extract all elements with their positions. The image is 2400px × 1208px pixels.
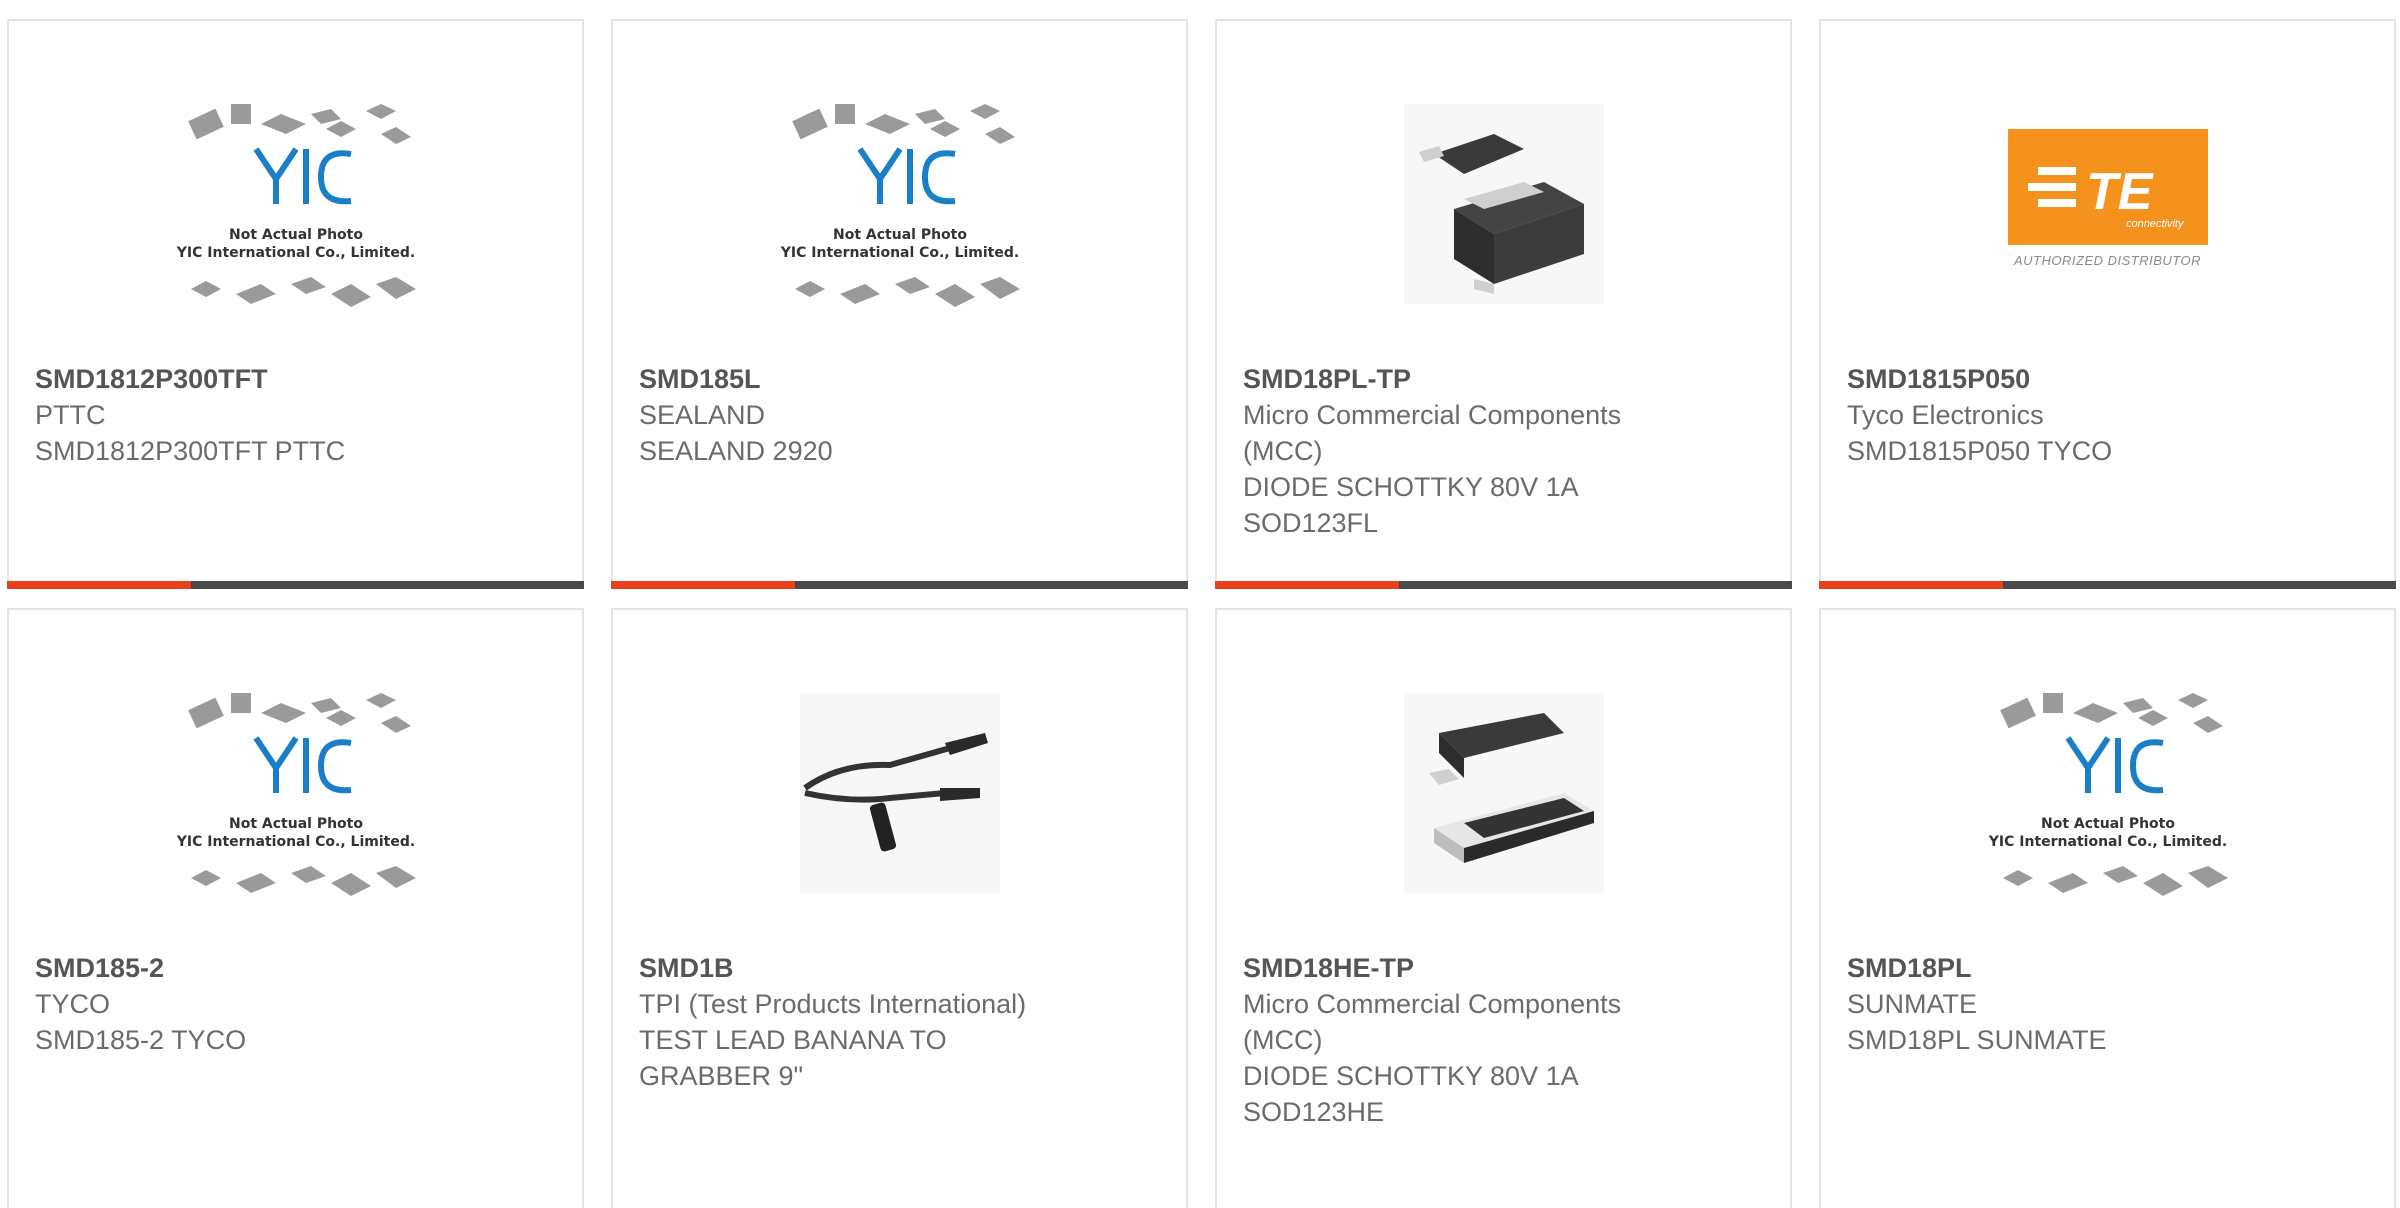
te-tagline-text: connectivity bbox=[2126, 218, 2185, 230]
yic-note-line1: Not Actual Photo bbox=[833, 227, 967, 243]
manufacturer: Tyco Electronics bbox=[1847, 400, 2044, 430]
product-card[interactable]: SMD1B TPI (Test Products International) … bbox=[611, 608, 1188, 1208]
card-footer-bar bbox=[1215, 581, 1792, 589]
product-info: SMD18PL-TP Micro Commercial Components (… bbox=[1243, 361, 1764, 541]
product-info: SMD185-2 TYCO SMD185-2 TYCO bbox=[35, 950, 556, 1058]
part-number[interactable]: SMD18PL bbox=[1847, 950, 2368, 986]
card-footer-bar bbox=[1819, 581, 2396, 589]
part-number[interactable]: SMD185-2 bbox=[35, 950, 556, 986]
manufacturer: SEALAND bbox=[639, 400, 766, 430]
yic-note-line1: Not Actual Photo bbox=[229, 816, 363, 832]
yic-placeholder-image: Not Actual Photo YIC International Co., … bbox=[1987, 693, 2228, 896]
description: SMD1815P050 TYCO bbox=[1847, 436, 2113, 466]
yic-note-line2: YIC International Co., Limited. bbox=[1987, 834, 2226, 850]
part-number[interactable]: SMD185L bbox=[639, 361, 1160, 397]
description: TEST LEAD BANANA TO GRABBER 9" bbox=[639, 1025, 947, 1091]
card-footer-bar bbox=[611, 581, 1188, 589]
card-footer-accent bbox=[611, 581, 795, 589]
yic-note-line1: Not Actual Photo bbox=[229, 227, 363, 243]
part-number[interactable]: SMD1B bbox=[639, 950, 1160, 986]
te-logo-icon: TE connectivity bbox=[2027, 163, 2185, 230]
product-info: SMD1812P300TFT PTTC SMD1812P300TFT PTTC bbox=[35, 361, 556, 469]
description: DIODE SCHOTTKY 80V 1A SOD123FL bbox=[1243, 472, 1578, 538]
yic-note-line2: YIC International Co., Limited. bbox=[175, 245, 414, 261]
product-image[interactable] bbox=[765, 678, 1035, 908]
product-image[interactable] bbox=[1369, 89, 1639, 319]
product-image[interactable]: Not Actual Photo YIC International Co., … bbox=[765, 89, 1035, 319]
product-image[interactable]: Not Actual Photo YIC International Co., … bbox=[161, 678, 431, 908]
te-connectivity-logo: TE connectivity AUTHORIZED DISTRIBUTOR bbox=[2007, 129, 2208, 279]
manufacturer: Micro Commercial Components (MCC) bbox=[1243, 400, 1622, 466]
product-card[interactable]: SMD18PL-TP Micro Commercial Components (… bbox=[1215, 19, 1792, 589]
product-card[interactable]: TE connectivity AUTHORIZED DISTRIBUTOR S… bbox=[1819, 19, 2396, 589]
yic-placeholder-image: Not Actual Photo YIC International Co., … bbox=[175, 693, 416, 896]
part-number[interactable]: SMD1812P300TFT bbox=[35, 361, 556, 397]
product-card[interactable]: Not Actual Photo YIC International Co., … bbox=[7, 608, 584, 1208]
product-info: SMD18HE-TP Micro Commercial Components (… bbox=[1243, 950, 1764, 1130]
card-footer-accent bbox=[7, 581, 191, 589]
card-footer-accent bbox=[1819, 581, 2003, 589]
product-info: SMD1815P050 Tyco Electronics SMD1815P050… bbox=[1847, 361, 2368, 469]
card-footer-bar bbox=[7, 581, 584, 589]
description: SMD185-2 TYCO bbox=[35, 1025, 247, 1055]
part-number[interactable]: SMD1815P050 bbox=[1847, 361, 2368, 397]
description: DIODE SCHOTTKY 80V 1A SOD123HE bbox=[1243, 1061, 1578, 1127]
product-image[interactable]: Not Actual Photo YIC International Co., … bbox=[1973, 678, 2243, 908]
diode-package-image bbox=[1403, 104, 1604, 304]
yic-note-line2: YIC International Co., Limited. bbox=[175, 834, 414, 850]
description: SEALAND 2920 bbox=[639, 436, 833, 466]
yic-note-line1: Not Actual Photo bbox=[2041, 816, 2175, 832]
description: SMD1812P300TFT PTTC bbox=[35, 436, 346, 466]
yic-note-line2: YIC International Co., Limited. bbox=[779, 245, 1018, 261]
yic-placeholder-image: Not Actual Photo YIC International Co., … bbox=[175, 104, 416, 307]
authorized-distributor-caption: AUTHORIZED DISTRIBUTOR bbox=[2014, 253, 2201, 268]
product-card[interactable]: SMD18HE-TP Micro Commercial Components (… bbox=[1215, 608, 1792, 1208]
manufacturer: TPI (Test Products International) bbox=[639, 989, 1027, 1019]
product-card[interactable]: Not Actual Photo YIC International Co., … bbox=[7, 19, 584, 589]
card-footer-accent bbox=[1215, 581, 1399, 589]
manufacturer: TYCO bbox=[35, 989, 111, 1019]
part-number[interactable]: SMD18PL-TP bbox=[1243, 361, 1764, 397]
product-image[interactable]: TE connectivity AUTHORIZED DISTRIBUTOR bbox=[1973, 89, 2243, 319]
product-card[interactable]: Not Actual Photo YIC International Co., … bbox=[611, 19, 1188, 589]
manufacturer: Micro Commercial Components (MCC) bbox=[1243, 989, 1622, 1055]
product-info: SMD18PL SUNMATE SMD18PL SUNMATE bbox=[1847, 950, 2368, 1058]
manufacturer: SUNMATE bbox=[1847, 989, 1978, 1019]
product-image[interactable]: Not Actual Photo YIC International Co., … bbox=[161, 89, 431, 319]
yic-placeholder-image: Not Actual Photo YIC International Co., … bbox=[779, 104, 1020, 307]
te-brand-text: TE bbox=[2086, 163, 2154, 221]
product-info: SMD1B TPI (Test Products International) … bbox=[639, 950, 1160, 1094]
part-number[interactable]: SMD18HE-TP bbox=[1243, 950, 1764, 986]
product-grid: Not Actual Photo YIC International Co., … bbox=[0, 0, 2400, 1208]
description: SMD18PL SUNMATE bbox=[1847, 1025, 2107, 1055]
test-lead-image bbox=[799, 693, 1000, 893]
product-info: SMD185L SEALAND SEALAND 2920 bbox=[639, 361, 1160, 469]
product-image[interactable] bbox=[1369, 678, 1639, 908]
diode-package-image bbox=[1403, 693, 1604, 893]
product-card[interactable]: Not Actual Photo YIC International Co., … bbox=[1819, 608, 2396, 1208]
manufacturer: PTTC bbox=[35, 400, 106, 430]
